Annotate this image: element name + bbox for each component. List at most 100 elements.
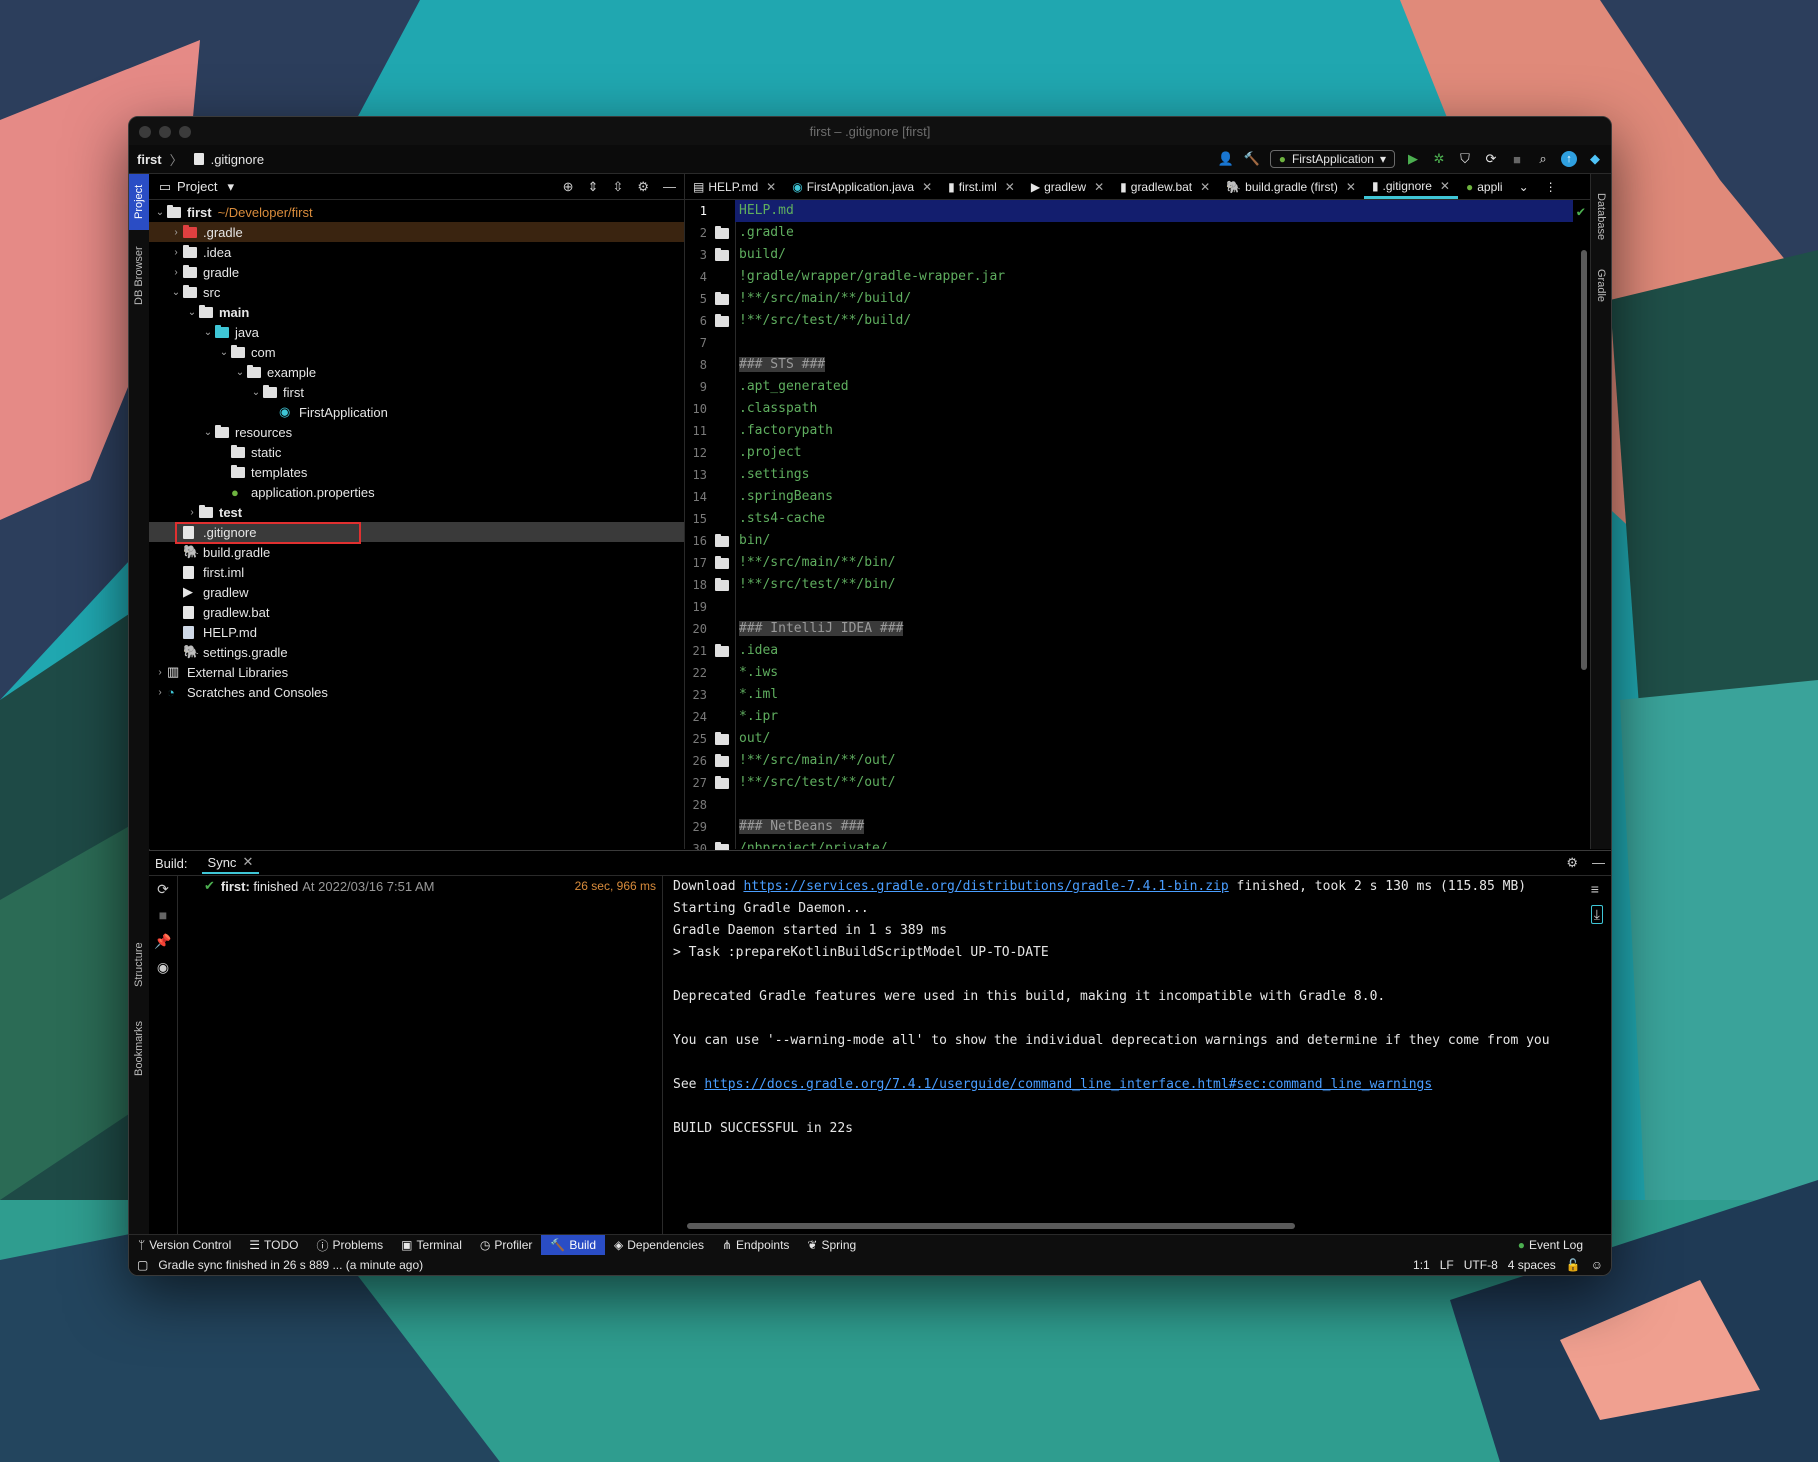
eye-icon[interactable]: ◉ [149, 954, 177, 980]
chevron-right-icon[interactable]: › [153, 667, 167, 678]
locate-icon[interactable]: ⊕ [563, 179, 574, 195]
project-view-select[interactable]: Project [177, 179, 217, 194]
close-icon[interactable]: ✕ [766, 180, 776, 194]
chevron-down-icon[interactable]: ⌄ [233, 367, 247, 378]
indent-setting[interactable]: 4 spaces [1508, 1258, 1556, 1272]
line-separator[interactable]: LF [1440, 1258, 1454, 1272]
inspector-icon[interactable]: ☺ [1591, 1258, 1603, 1272]
close-icon[interactable]: ✕ [1094, 180, 1104, 194]
tree-item-first-application[interactable]: ◉ FirstApplication [149, 402, 684, 422]
run-configuration-select[interactable]: ● FirstApplication ▾ [1269, 150, 1395, 168]
profiler-button[interactable]: ◷ Profiler [471, 1235, 542, 1255]
zoom-window-button[interactable] [179, 126, 191, 138]
tab-gradlew-bat[interactable]: ▮ gradlew.bat ✕ [1112, 175, 1218, 199]
close-window-button[interactable] [139, 126, 151, 138]
hide-icon[interactable]: — [1592, 855, 1605, 871]
tree-item-com[interactable]: ⌄ com [149, 342, 684, 362]
tree-item-main[interactable]: ⌄ main [149, 302, 684, 322]
tree-item-first-iml[interactable]: first.iml [149, 562, 684, 582]
version-control-button[interactable]: ᛘ Version Control [129, 1235, 240, 1255]
tree-item-java[interactable]: ⌄ java [149, 322, 684, 342]
minimize-window-button[interactable] [159, 126, 171, 138]
tab-overflow-chevron-icon[interactable]: ⌄ [1511, 175, 1537, 199]
tree-item-help-md[interactable]: HELP.md [149, 622, 684, 642]
tab-application[interactable]: ● appli [1458, 175, 1511, 199]
tree-item-src[interactable]: ⌄ src [149, 282, 684, 302]
breadcrumb-file[interactable]: .gitignore [211, 152, 264, 167]
toolbox-icon[interactable]: ◆ [1587, 151, 1603, 167]
close-icon[interactable]: ✕ [922, 180, 932, 194]
chevron-right-icon[interactable]: › [185, 507, 199, 518]
collapse-all-icon[interactable]: ⇳ [612, 179, 623, 195]
database-tool-tab[interactable]: Database [1591, 182, 1611, 252]
status-message[interactable]: Gradle sync finished in 26 s 889 ... (a … [158, 1258, 423, 1272]
tree-item-application-properties[interactable]: ● application.properties [149, 482, 684, 502]
profile-icon[interactable]: ⟳ [1483, 151, 1499, 167]
close-icon[interactable]: ✕ [1200, 180, 1210, 194]
tree-item-external-libraries[interactable]: › ▥ External Libraries [149, 662, 684, 682]
chevron-down-icon[interactable]: ⌄ [201, 327, 215, 338]
chevron-right-icon[interactable]: › [169, 227, 183, 238]
panel-toggle-icon[interactable]: ▢ [137, 1258, 148, 1272]
event-log-button[interactable]: ● Event Log [1509, 1235, 1611, 1255]
user-icon[interactable]: 👤 [1218, 151, 1234, 167]
build-button[interactable]: 🔨 Build [541, 1235, 606, 1255]
chevron-down-icon[interactable]: ⌄ [169, 287, 183, 298]
dependencies-button[interactable]: ◈ Dependencies [605, 1235, 713, 1255]
caret-position[interactable]: 1:1 [1413, 1258, 1430, 1272]
gradle-tool-tab[interactable]: Gradle [1591, 260, 1611, 312]
tab-first-iml[interactable]: ▮ first.iml ✕ [940, 175, 1023, 199]
code-lines[interactable]: HELP.md .gradle build/ !gradle/wrapper/g… [735, 200, 1573, 849]
chevron-down-icon[interactable]: ⌄ [217, 347, 231, 358]
search-icon[interactable]: ⌕ [1535, 151, 1551, 167]
chevron-right-icon[interactable]: › [153, 687, 167, 698]
soft-wrap-icon[interactable]: ≡ [1591, 881, 1603, 897]
tree-item-gitignore[interactable]: .gitignore [149, 522, 684, 544]
bookmarks-tool-tab[interactable]: Bookmarks [129, 1008, 149, 1088]
no-problems-check-icon[interactable]: ✔ [1577, 204, 1585, 220]
chevron-down-icon[interactable]: ⌄ [201, 427, 215, 438]
build-console[interactable]: Download https://services.gradle.org/dis… [673, 876, 1571, 1235]
close-icon[interactable]: ✕ [242, 854, 253, 870]
endpoints-button[interactable]: ⋔ Endpoints [713, 1235, 798, 1255]
tree-item-example[interactable]: ⌄ example [149, 362, 684, 382]
file-encoding[interactable]: UTF-8 [1464, 1258, 1498, 1272]
breadcrumb-project[interactable]: first [137, 152, 162, 167]
run-icon[interactable]: ▶ [1405, 151, 1421, 167]
hide-icon[interactable]: — [663, 179, 676, 195]
sync-icon[interactable]: ⟳ [149, 876, 177, 902]
db-browser-tool-tab[interactable]: DB Browser [129, 236, 149, 316]
stop-icon[interactable]: ■ [1509, 151, 1525, 167]
pin-icon[interactable]: 📌 [149, 928, 177, 954]
debug-icon[interactable]: ✲ [1431, 151, 1447, 167]
spring-button[interactable]: ❦ Spring [798, 1235, 865, 1255]
tree-item-settings-gradle[interactable]: 🐘 settings.gradle [149, 642, 684, 662]
horizontal-scrollbar[interactable] [687, 1223, 1295, 1229]
chevron-down-icon[interactable]: ⌄ [249, 387, 263, 398]
todo-button[interactable]: ☰ TODO [240, 1235, 307, 1255]
tree-item-templates[interactable]: templates [149, 462, 684, 482]
problems-button[interactable]: ⓘ Problems [307, 1235, 392, 1255]
tree-item-first-package[interactable]: ⌄ first [149, 382, 684, 402]
chevron-right-icon[interactable]: › [169, 267, 183, 278]
tab-gitignore[interactable]: ▮ .gitignore ✕ [1363, 175, 1458, 199]
tree-item-gradlew[interactable]: ▶ gradlew [149, 582, 684, 602]
console-link[interactable]: https://docs.gradle.org/7.4.1/userguide/… [704, 1077, 1432, 1092]
more-options-icon[interactable]: ⋮ [1537, 175, 1565, 199]
tree-item-scratches[interactable]: › ◔ Scratches and Consoles [149, 682, 684, 702]
tree-item-resources[interactable]: ⌄ resources [149, 422, 684, 442]
chevron-down-icon[interactable]: ⌄ [185, 307, 199, 318]
gear-icon[interactable]: ⚙ [637, 179, 649, 195]
chevron-right-icon[interactable]: › [169, 247, 183, 258]
lock-icon[interactable]: 🔓 [1566, 1258, 1581, 1272]
close-icon[interactable]: ✕ [1346, 180, 1356, 194]
tree-item-gradle-dir[interactable]: › .gradle [149, 222, 684, 242]
chevron-down-icon[interactable]: ▾ [227, 179, 234, 195]
update-icon[interactable]: ↑ [1561, 151, 1577, 167]
tree-item-gradle[interactable]: › gradle [149, 262, 684, 282]
build-result-row[interactable]: ✔ first: finished At 2022/03/16 7:51 AM … [178, 876, 662, 896]
tree-item-first[interactable]: ⌄ first ~/Developer/first [149, 202, 684, 222]
tree-item-gradlew-bat[interactable]: gradlew.bat [149, 602, 684, 622]
coverage-icon[interactable]: ⛉ [1457, 151, 1473, 167]
tab-help-md[interactable]: ▤ HELP.md ✕ [685, 175, 784, 199]
